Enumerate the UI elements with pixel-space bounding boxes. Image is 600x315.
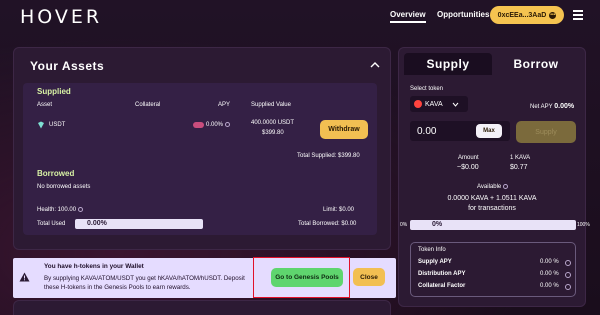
assets-title: Your Assets [30, 59, 105, 73]
col-collateral: Collateral [135, 102, 161, 108]
health-info-icon[interactable] [78, 207, 84, 212]
supply-apy-info-icon[interactable] [565, 260, 571, 266]
available-info-icon[interactable] [503, 184, 509, 189]
col-apy: APY [218, 102, 231, 108]
nav-tab-opportunities[interactable]: Opportunities [437, 10, 489, 19]
total-used-label: Total Used [37, 221, 66, 227]
borrowed-heading: Borrowed [37, 169, 75, 178]
slider-max-label: 100% [577, 222, 590, 228]
supplied-value-token: 400.0000 USDT [251, 120, 295, 126]
hamburger-menu-icon[interactable] [573, 10, 583, 22]
token-info-value-distribution-apy: 0.00 % [540, 271, 559, 277]
usdt-icon [38, 121, 44, 129]
max-button[interactable]: Max [476, 124, 502, 138]
supplied-apy-value: 0.00% [206, 122, 224, 129]
supplied-heading: Supplied [37, 87, 71, 96]
total-supplied: Total Supplied: $399.80 [297, 153, 360, 159]
supply-borrow-tabs: Supply Borrow [404, 53, 580, 75]
apy-rewards-icon [193, 122, 204, 128]
token-info-value-collateral-factor: 0.00 % [540, 283, 559, 289]
amount-label: Amount [458, 155, 479, 161]
wallet-menu-icon: ••• [549, 11, 557, 19]
slider-min-label: 0% [400, 222, 408, 228]
token-info-value-supply-apy: 0.00 % [540, 259, 559, 265]
banner-title: You have h-tokens in your Wallet [44, 263, 144, 270]
close-banner-button[interactable]: Close [353, 268, 385, 286]
available-label: Available [477, 184, 509, 191]
amount-slider[interactable]: 0% [410, 220, 576, 230]
rate-label: 1 KAVA [510, 155, 531, 161]
health-value: Health: 100.00 [37, 207, 77, 214]
col-asset: Asset [37, 102, 53, 108]
slider-value: 0% [432, 221, 443, 228]
net-apy: Net APY 0.00% [530, 103, 574, 110]
banner-body: By supplying KAVA/ATOM/USDT you get hKAV… [44, 275, 245, 291]
tab-borrow[interactable]: Borrow [492, 53, 580, 75]
available-value: 0.0000 KAVA + 1.0511 KAVA [447, 195, 537, 202]
selected-token: KAVA [425, 100, 443, 108]
nav-tab-overview[interactable]: Overview [390, 10, 426, 23]
kava-icon [414, 100, 422, 108]
bottom-panel [13, 300, 391, 315]
token-select[interactable]: KAVA [410, 96, 468, 112]
token-info-title: Token Info [418, 247, 446, 253]
distribution-apy-info-icon[interactable] [565, 272, 571, 278]
token-info-label-distribution-apy: Distribution APY [418, 271, 466, 277]
total-borrowed: Total Borrowed: $0.00 [298, 221, 357, 227]
tab-supply[interactable]: Supply [404, 53, 492, 75]
rate-value: $0.77 [510, 164, 528, 171]
available-text: Available [477, 184, 502, 191]
supplied-value-usd: $399.80 [262, 130, 284, 136]
limit-label: Limit: $0.00 [323, 207, 355, 213]
select-token-label: Select token [410, 86, 444, 92]
top-bar: HOVER Overview Opportunities 0xcEEa...3A… [0, 0, 600, 32]
health-label: Health: 100.00 [37, 207, 84, 214]
supplied-apy: 0.00% [206, 122, 231, 129]
warning-icon [19, 272, 30, 282]
col-supplied-value: Supplied Value [251, 102, 291, 108]
token-info-label-collateral-factor: Collateral Factor [418, 283, 466, 289]
total-used-progress-bar: 0.00% [75, 219, 203, 229]
collapse-chevron-icon[interactable] [370, 60, 380, 70]
net-apy-value: 0.00% [554, 103, 575, 110]
total-used-percent: 0.00% [87, 220, 107, 227]
supplied-asset-name: USDT [49, 122, 66, 128]
no-borrowed-text: No borrowed assets [37, 184, 91, 190]
chevron-down-icon [452, 102, 459, 107]
collateral-factor-info-icon[interactable] [565, 284, 571, 290]
supply-button[interactable]: Supply [516, 121, 576, 143]
token-info-label-supply-apy: Supply APY [418, 259, 452, 265]
highlight-box [253, 257, 350, 298]
for-transactions-text: for transactions [468, 205, 516, 212]
wallet-address: 0xcEEa...3AaD [497, 11, 547, 19]
hover-logo[interactable]: HOVER [20, 6, 102, 28]
net-apy-label: Net APY [530, 104, 553, 110]
apy-info-icon[interactable] [225, 122, 231, 127]
wallet-button[interactable]: 0xcEEa...3AaD ••• [490, 6, 564, 24]
withdraw-button[interactable]: Withdraw [320, 120, 368, 139]
amount-usd-value: ~$0.00 [457, 164, 479, 171]
